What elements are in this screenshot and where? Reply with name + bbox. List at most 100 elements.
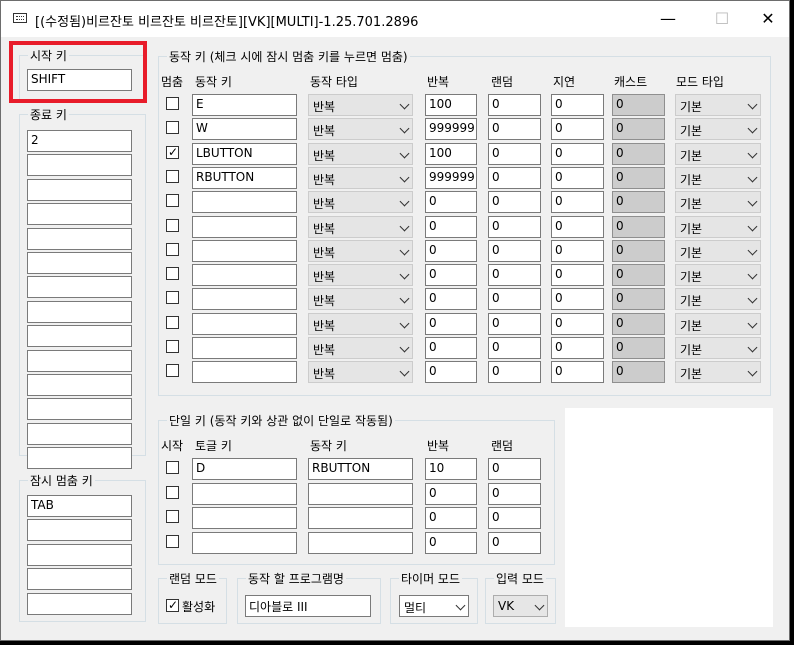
single-repeat-field[interactable]: 0 [425, 531, 477, 554]
repeat-field[interactable]: 0 [425, 215, 477, 238]
end-key-field[interactable] [27, 178, 132, 201]
single-start-checkbox[interactable] [166, 461, 179, 474]
delay-field[interactable]: 0 [551, 337, 604, 359]
end-key-field[interactable] [27, 447, 132, 470]
action-key-field[interactable]: E [192, 94, 297, 116]
single-repeat-field[interactable]: 0 [425, 482, 477, 505]
stop-checkbox[interactable] [166, 242, 179, 256]
single-random-field[interactable]: 0 [488, 507, 541, 529]
single-random-field[interactable]: 0 [488, 458, 541, 480]
single-action-key-field[interactable] [308, 531, 413, 554]
end-key-field[interactable] [27, 276, 132, 299]
toggle-key-field[interactable] [192, 482, 297, 505]
action-type-select[interactable]: 반복 [308, 166, 413, 189]
action-key-field[interactable] [192, 288, 297, 311]
random-field[interactable]: 0 [488, 191, 541, 214]
stop-checkbox[interactable] [166, 291, 179, 305]
single-repeat-field[interactable]: 10 [425, 458, 477, 480]
single-action-key-field[interactable]: RBUTTON [308, 458, 413, 480]
action-key-field[interactable] [192, 361, 297, 384]
delay-field[interactable]: 0 [551, 118, 604, 141]
random-field[interactable]: 0 [488, 264, 541, 287]
delay-field[interactable]: 0 [551, 94, 604, 116]
end-key-field[interactable] [27, 252, 132, 274]
action-key-field[interactable] [192, 264, 297, 287]
mode-type-select[interactable]: 기본 [675, 118, 761, 141]
action-type-select[interactable]: 반복 [308, 288, 413, 311]
pause-key-field[interactable] [27, 519, 132, 542]
pause-key-field[interactable] [27, 568, 132, 591]
end-key-field[interactable] [27, 227, 132, 250]
repeat-field[interactable]: 0 [425, 264, 477, 287]
action-key-field[interactable] [192, 312, 297, 335]
single-random-field[interactable]: 0 [488, 482, 541, 505]
mode-type-select[interactable]: 기본 [675, 337, 761, 359]
delay-field[interactable]: 0 [551, 215, 604, 238]
minimize-button[interactable]: — [645, 1, 691, 37]
random-field[interactable]: 0 [488, 215, 541, 238]
repeat-field[interactable]: 0 [425, 361, 477, 384]
random-field[interactable]: 0 [488, 239, 541, 262]
end-key-field[interactable] [27, 154, 132, 177]
delay-field[interactable]: 0 [551, 288, 604, 311]
action-key-field[interactable] [192, 337, 297, 359]
timer-mode-select[interactable]: 멀티 [399, 595, 469, 617]
action-type-select[interactable]: 반복 [308, 361, 413, 384]
action-type-select[interactable]: 반복 [308, 239, 413, 262]
action-type-select[interactable]: 반복 [308, 215, 413, 238]
action-type-select[interactable]: 반복 [308, 118, 413, 141]
toggle-key-field[interactable] [192, 507, 297, 529]
mode-type-select[interactable]: 기본 [675, 288, 761, 311]
end-key-field[interactable] [27, 203, 132, 226]
random-field[interactable]: 0 [488, 142, 541, 165]
action-type-select[interactable]: 반복 [308, 337, 413, 359]
repeat-field[interactable]: 100 [425, 142, 477, 165]
delay-field[interactable]: 0 [551, 264, 604, 287]
single-repeat-field[interactable]: 0 [425, 507, 477, 529]
random-field[interactable]: 0 [488, 337, 541, 359]
single-start-checkbox[interactable] [166, 510, 179, 523]
mode-type-select[interactable]: 기본 [675, 142, 761, 165]
single-action-key-field[interactable] [308, 507, 413, 529]
stop-checkbox[interactable] [166, 315, 179, 329]
action-type-select[interactable]: 반복 [308, 312, 413, 335]
repeat-field[interactable]: 0 [425, 239, 477, 262]
delay-field[interactable]: 0 [551, 166, 604, 189]
action-key-field[interactable]: RBUTTON [192, 166, 297, 189]
action-key-field[interactable] [192, 239, 297, 262]
repeat-field[interactable]: 0 [425, 288, 477, 311]
delay-field[interactable]: 0 [551, 191, 604, 214]
random-mode-checkbox[interactable]: ✓ [166, 598, 179, 612]
toggle-key-field[interactable]: D [192, 458, 297, 480]
mode-type-select[interactable]: 기본 [675, 191, 761, 214]
end-key-field[interactable] [27, 374, 132, 396]
stop-checkbox[interactable] [166, 121, 179, 135]
pause-key-field[interactable] [27, 592, 132, 615]
random-field[interactable]: 0 [488, 288, 541, 311]
single-random-field[interactable]: 0 [488, 531, 541, 554]
delay-field[interactable]: 0 [551, 312, 604, 335]
stop-checkbox[interactable] [166, 340, 179, 353]
end-key-field[interactable] [27, 398, 132, 421]
repeat-field[interactable]: 100 [425, 94, 477, 116]
single-action-key-field[interactable] [308, 482, 413, 505]
stop-checkbox[interactable] [166, 364, 179, 378]
stop-checkbox[interactable] [166, 218, 179, 232]
delay-field[interactable]: 0 [551, 142, 604, 165]
end-key-field[interactable]: 2 [27, 130, 132, 152]
action-key-field[interactable] [192, 191, 297, 214]
stop-checkbox[interactable] [166, 194, 179, 208]
delay-field[interactable]: 0 [551, 361, 604, 384]
stop-checkbox[interactable] [166, 169, 179, 183]
mode-type-select[interactable]: 기본 [675, 166, 761, 189]
delay-field[interactable]: 0 [551, 239, 604, 262]
stop-checkbox[interactable] [166, 97, 179, 110]
stop-checkbox[interactable]: ✓ [166, 145, 179, 159]
input-mode-select[interactable]: VK [493, 595, 548, 617]
single-start-checkbox[interactable] [166, 485, 179, 499]
action-type-select[interactable]: 반복 [308, 264, 413, 287]
random-field[interactable]: 0 [488, 166, 541, 189]
mode-type-select[interactable]: 기본 [675, 312, 761, 335]
repeat-field[interactable]: 0 [425, 191, 477, 214]
close-button[interactable]: ✕ [745, 1, 791, 37]
